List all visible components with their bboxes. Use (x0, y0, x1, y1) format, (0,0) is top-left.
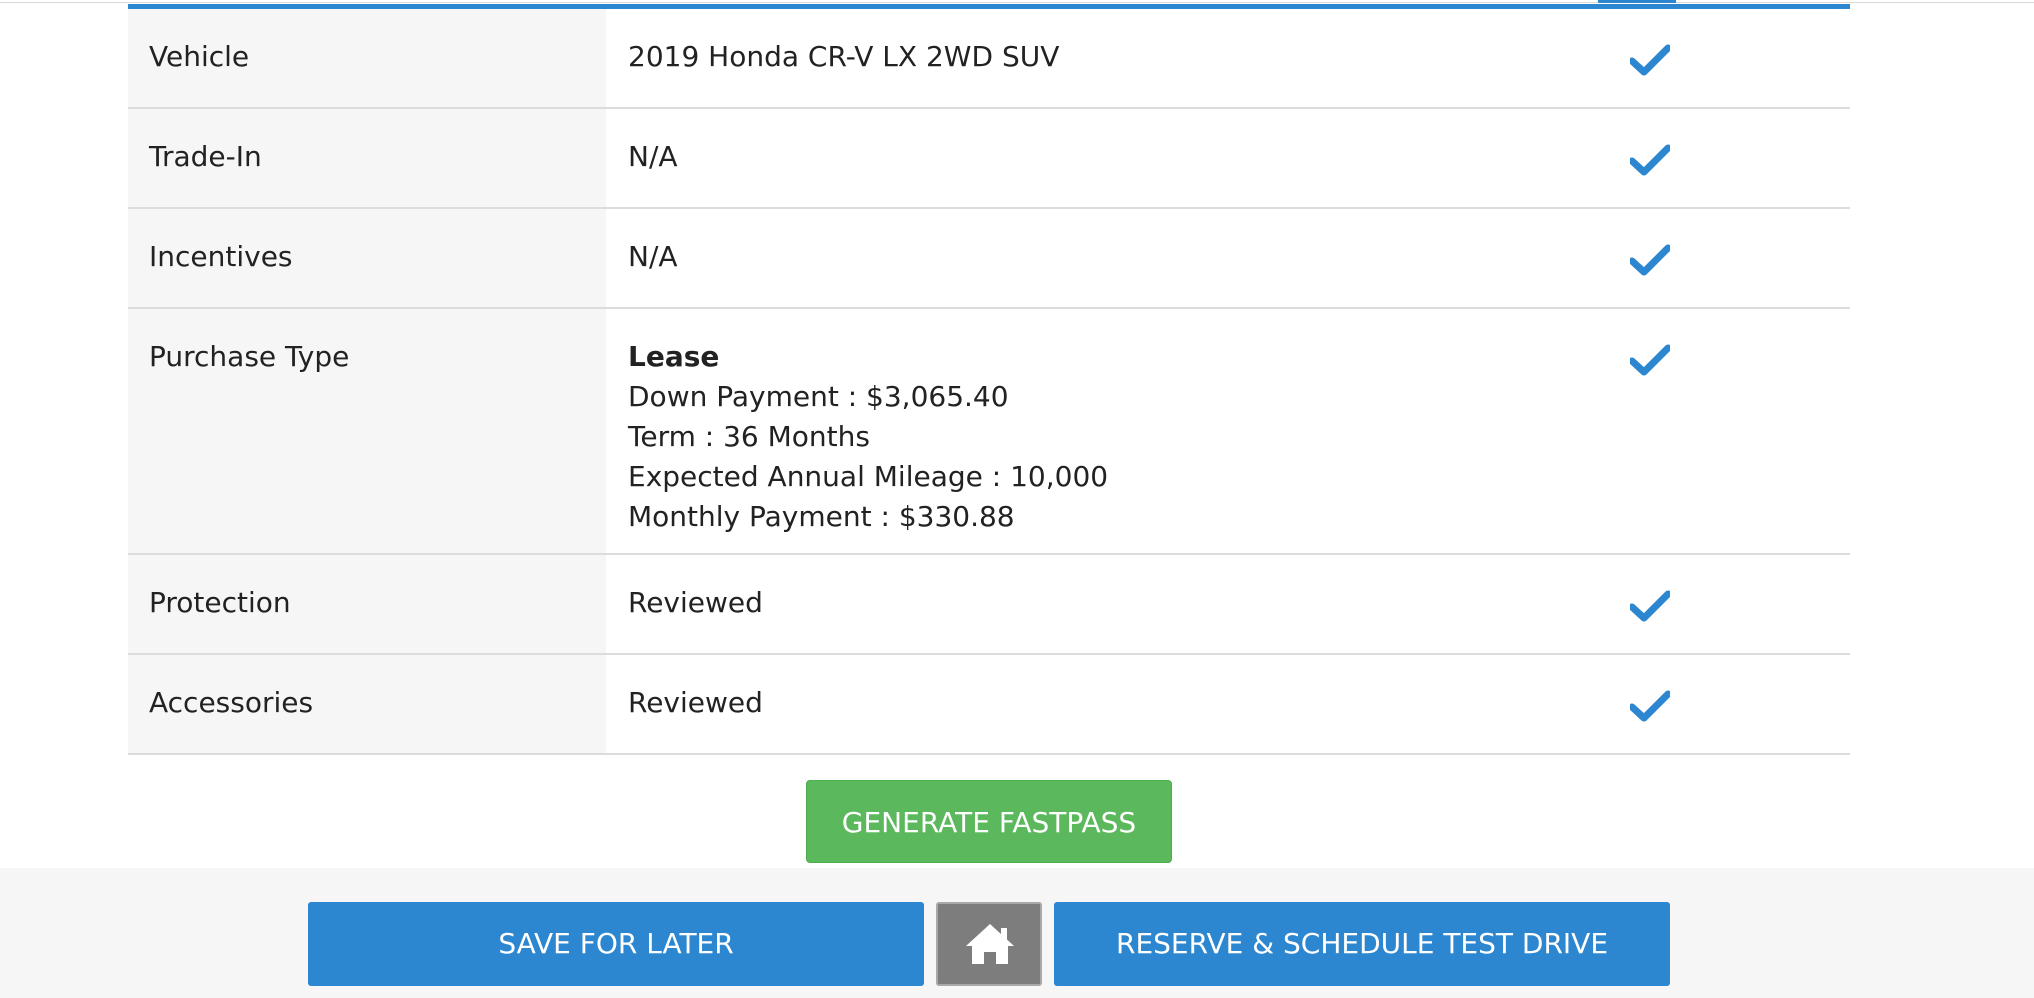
deal-summary-table: Vehicle 2019 Honda CR-V LX 2WD SUV Trade… (128, 4, 1850, 755)
summary-row-trade-in: Trade-In N/A (128, 109, 1850, 209)
footer-action-bar: SAVE FOR LATER RESERVE & SCHEDULE TEST D… (0, 868, 2034, 998)
checkmark-icon (1630, 44, 1670, 76)
summary-row-protection: Protection Reviewed (128, 555, 1850, 655)
checkmark-icon (1630, 590, 1670, 622)
checkmark-icon (1630, 690, 1670, 722)
home-icon (966, 924, 1014, 964)
row-value-details: Lease Down Payment : $3,065.40 Term : 36… (606, 309, 1630, 553)
reserve-schedule-test-drive-button[interactable]: RESERVE & SCHEDULE TEST DRIVE (1054, 902, 1670, 986)
summary-row-accessories: Accessories Reviewed (128, 655, 1850, 755)
top-divider (0, 2, 2034, 3)
annual-mileage-line: Expected Annual Mileage : 10,000 (628, 460, 1109, 493)
row-value: N/A (628, 140, 678, 173)
down-payment-line: Down Payment : $3,065.40 (628, 380, 1009, 413)
term-line: Term : 36 Months (628, 420, 870, 453)
summary-row-incentives: Incentives N/A (128, 209, 1850, 309)
row-value: Reviewed (628, 686, 763, 719)
checkmark-icon (1630, 144, 1670, 176)
row-label: Protection (128, 555, 606, 653)
row-label: Incentives (128, 209, 606, 307)
row-value: Reviewed (628, 586, 763, 619)
row-label: Accessories (128, 655, 606, 753)
monthly-payment-line: Monthly Payment : $330.88 (628, 500, 1015, 533)
purchase-type-title: Lease (628, 340, 720, 373)
active-tab-indicator (1598, 0, 1676, 3)
generate-fastpass-button[interactable]: GENERATE FASTPASS (806, 780, 1172, 863)
save-for-later-button[interactable]: SAVE FOR LATER (308, 902, 924, 986)
row-label: Trade-In (128, 109, 606, 207)
checkmark-icon (1630, 344, 1670, 376)
summary-row-purchase-type: Purchase Type Lease Down Payment : $3,06… (128, 309, 1850, 555)
home-button[interactable] (936, 902, 1042, 986)
row-value: N/A (628, 240, 678, 273)
row-value: 2019 Honda CR-V LX 2WD SUV (628, 40, 1060, 73)
row-label: Vehicle (128, 9, 606, 107)
summary-row-vehicle: Vehicle 2019 Honda CR-V LX 2WD SUV (128, 9, 1850, 109)
row-label: Purchase Type (128, 309, 606, 553)
checkmark-icon (1630, 244, 1670, 276)
